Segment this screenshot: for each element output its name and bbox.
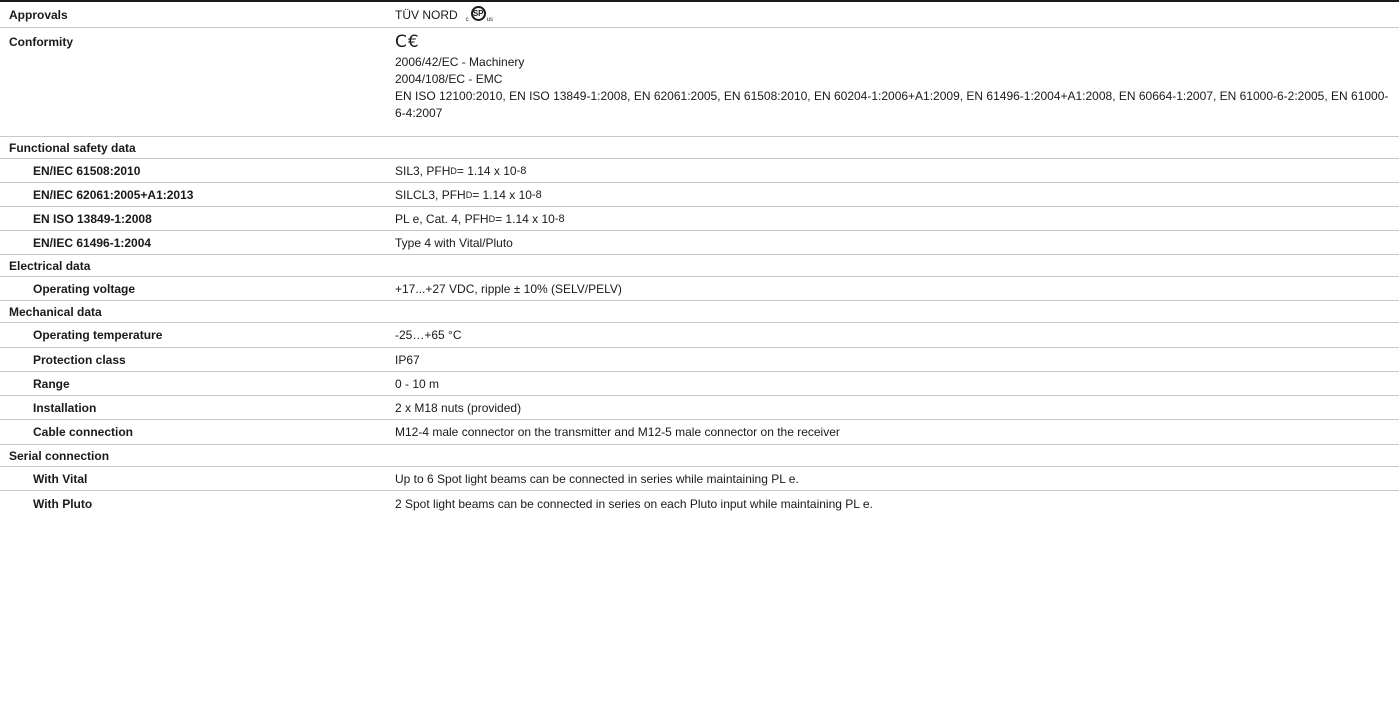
row-label: EN/IEC 61508:2010	[33, 163, 141, 178]
row-value: IP67	[395, 352, 420, 367]
section-header-mechanical: Mechanical data	[0, 301, 1399, 323]
row-value: SILCL3, PFH D = 1.14 x 10 -8	[395, 187, 542, 202]
row-value: -25…+65 °C	[395, 328, 462, 342]
row-label: Cable connection	[33, 425, 134, 439]
section-header-serial: Serial connection	[0, 445, 1399, 467]
row-value: SIL3, PFH D = 1.14 x 10 -8	[395, 163, 527, 178]
csa-us-mark: us	[486, 17, 494, 23]
section-header-functional-safety: Functional safety data	[0, 137, 1399, 159]
row-en-iec-62061: EN/IEC 62061:2005+A1:2013 SILCL3, PFH D = …	[0, 183, 1399, 207]
spec-table: Approvals TÜV NORD c SP us Conformity C€…	[0, 0, 1399, 516]
conformity-standards: EN ISO 12100:2010, EN ISO 13849-1:2008, …	[395, 89, 1389, 120]
conformity-directive: 2006/42/EC - Machinery	[395, 55, 525, 69]
row-value: +17...+27 VDC, ripple ± 10% (SELV/PELV)	[395, 281, 622, 296]
conformity-directive: 2004/108/EC - EMC	[395, 72, 503, 86]
row-value: 2 Spot light beams can be connected in s…	[395, 496, 873, 511]
row-protection-class: Protection class IP67	[0, 348, 1399, 372]
row-label: Approvals	[9, 8, 68, 22]
row-value: C€ 2006/42/EC - Machinery 2004/108/EC - …	[395, 28, 1399, 136]
row-en-iec-61508: EN/IEC 61508:2010 SIL3, PFH D = 1.14 x 10-…	[0, 159, 1399, 183]
row-operating-voltage: Operating voltage +17...+27 VDC, ripple …	[0, 277, 1399, 301]
section-header-electrical: Electrical data	[0, 255, 1399, 277]
row-value: 0 - 10 m	[395, 376, 440, 391]
csa-c-mark: c	[465, 17, 469, 23]
row-operating-temperature: Operating temperature -25…+65 °C	[0, 323, 1399, 348]
csa-certification-icon: c SP us	[465, 6, 494, 24]
row-value: Up to 6 Spot light beams can be connecte…	[395, 471, 799, 486]
row-value: Type 4 with Vital/Pluto	[395, 235, 513, 250]
section-title: Serial connection	[9, 448, 110, 463]
row-value: M12-4 male connector on the transmitter …	[395, 425, 840, 439]
row-cable-connection: Cable connection M12-4 male connector on…	[0, 420, 1399, 445]
section-title: Functional safety data	[9, 140, 136, 155]
row-label: Operating temperature	[33, 328, 163, 342]
section-title: Mechanical data	[9, 304, 102, 319]
row-label: Installation	[33, 400, 97, 415]
row-label: Protection class	[33, 352, 126, 367]
row-en-iso-13849: EN ISO 13849-1:2008 PL e, Cat. 4, PFH D = …	[0, 207, 1399, 231]
section-title: Electrical data	[9, 258, 91, 273]
row-value: PL e, Cat. 4, PFH D = 1.14 x 10 -8	[395, 211, 565, 226]
row-label: With Vital	[33, 471, 88, 486]
row-label: EN/IEC 62061:2005+A1:2013	[33, 187, 194, 202]
tuv-nord-text: TÜV NORD	[395, 8, 458, 22]
row-label: EN ISO 13849-1:2008	[33, 211, 152, 226]
row-label: Range	[33, 376, 70, 391]
row-installation: Installation 2 x M18 nuts (provided)	[0, 396, 1399, 420]
row-en-iec-61496: EN/IEC 61496-1:2004 Type 4 with Vital/Pl…	[0, 231, 1399, 255]
csa-ring: SP	[470, 6, 486, 21]
row-label: Operating voltage	[33, 281, 136, 296]
row-value: 2 x M18 nuts (provided)	[395, 400, 522, 415]
row-label: With Pluto	[33, 496, 93, 511]
row-label: EN/IEC 61496-1:2004	[33, 235, 152, 250]
row-range: Range 0 - 10 m	[0, 372, 1399, 396]
row-label: Conformity	[9, 35, 73, 49]
row-with-pluto: With Pluto 2 Spot light beams can be con…	[0, 491, 1399, 516]
ce-mark-icon: C€	[395, 32, 420, 52]
row-conformity: Conformity C€ 2006/42/EC - Machinery 200…	[0, 28, 1399, 137]
row-with-vital: With Vital Up to 6 Spot light beams can …	[0, 467, 1399, 491]
row-approvals: Approvals TÜV NORD c SP us	[0, 2, 1399, 28]
row-value: TÜV NORD c SP us	[395, 2, 1399, 27]
